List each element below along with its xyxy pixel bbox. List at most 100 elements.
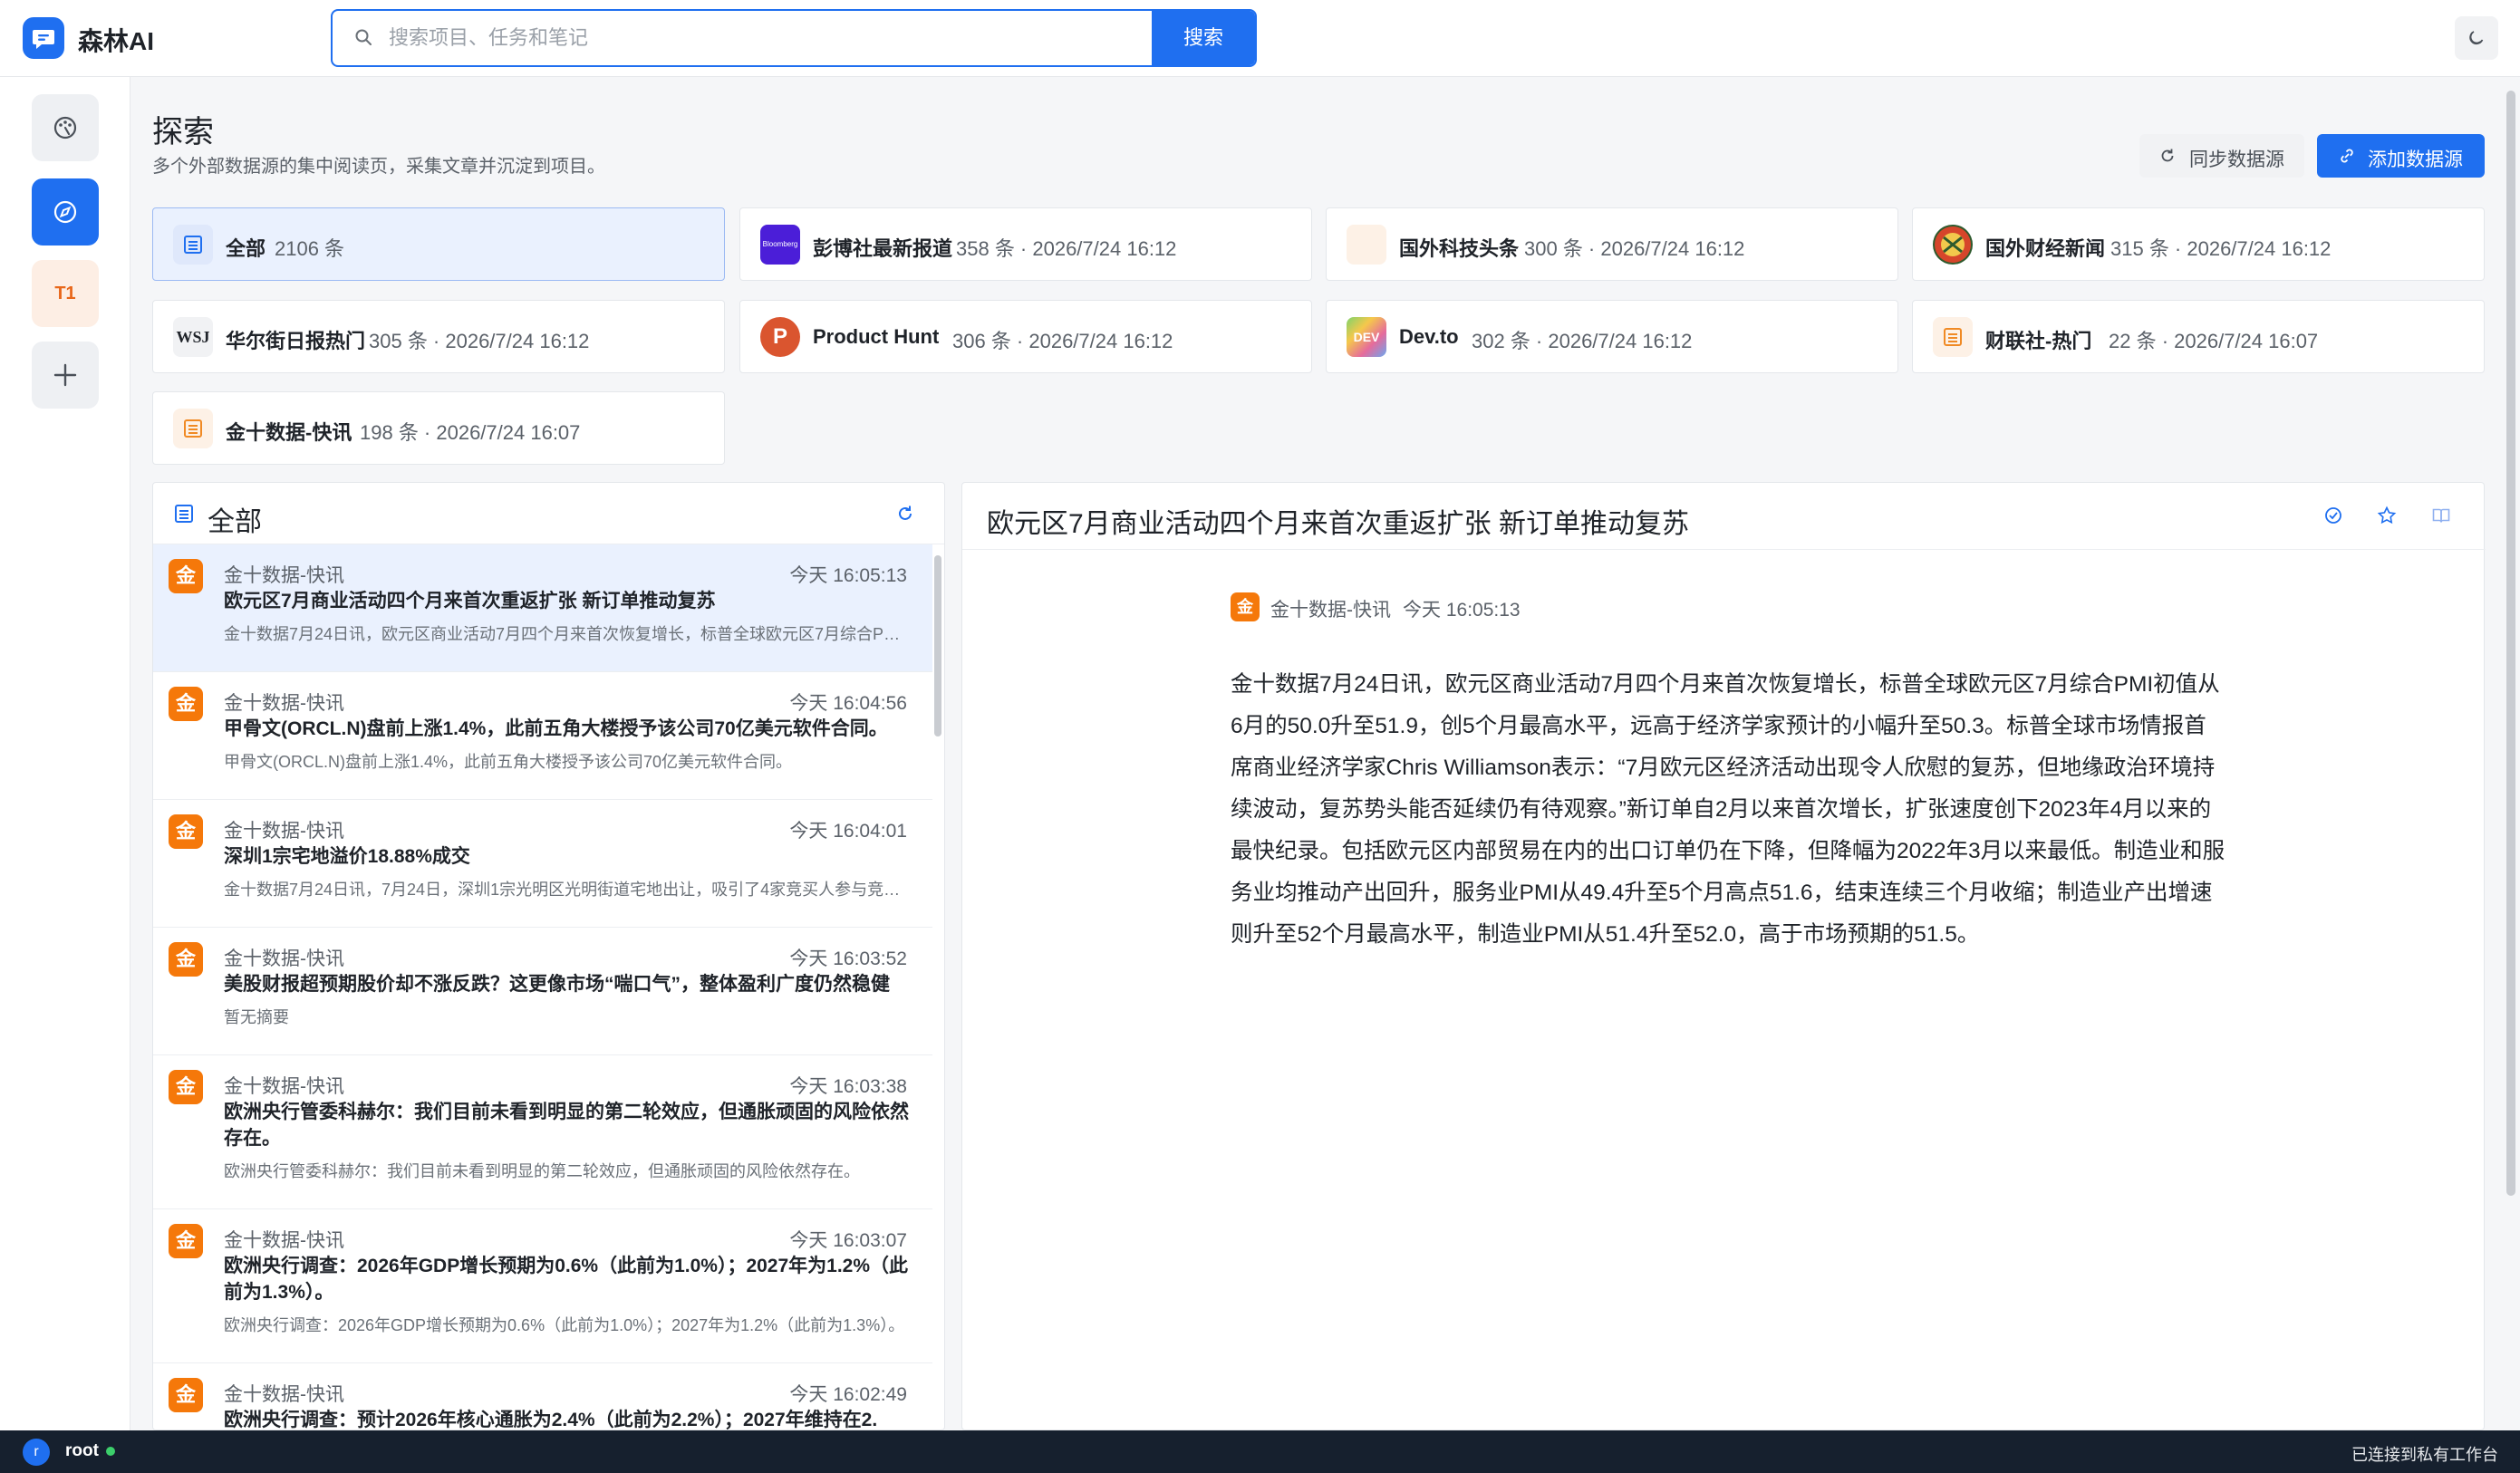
source-name: 金十数据-快讯 [226,421,352,444]
sync-sources-button[interactable]: 同步数据源 [2139,134,2304,178]
sync-sources-label: 同步数据源 [2189,149,2284,170]
article-body: 金十数据7月24日讯，欧元区商业活动7月四个月来首次恢复增长，标普全球欧元区7月… [1231,672,2226,947]
devto-logo-icon: DEV [1347,317,1386,357]
item-summary: 欧洲央行调查：2026年GDP增长预期为0.6%（此前为1.0%）；2027年为… [224,1316,905,1334]
bloomberg-logo-icon: Bloomberg [760,225,800,265]
check-circle-icon[interactable] [2323,505,2343,525]
article-source-badge: 金 [1231,592,1260,621]
item-title: 欧洲央行管委科赫尔：我们目前未看到明显的第二轮效应，但通胀顽固的风险依然存在。 [224,1102,909,1149]
list-item[interactable]: 金 金十数据-快讯 今天 16:05:13 欧元区7月商业活动四个月来首次重返扩… [153,544,932,672]
item-time: 今天 16:02:49 [789,1384,907,1405]
source-badge: 金 [169,559,203,593]
source-badge: 金 [169,1070,203,1104]
rail-explore-button[interactable] [32,178,99,246]
item-source: 金十数据-快讯 [224,948,344,969]
source-meta: 358 条 · 2026/7/24 16:12 [956,237,1177,260]
source-name: 彭博社最新报道 [813,237,953,260]
item-title: 深圳1宗宅地溢价18.88%成交 [224,846,470,867]
rail-project-t1-button[interactable]: T1 [32,260,99,327]
item-title: 美股财报超预期股价却不涨反跌？这更像市场“喘口气”，整体盈利广度仍然稳健 [224,974,890,995]
source-card-devto[interactable]: DEV Dev.to 302 条 · 2026/7/24 16:12 [1326,300,1898,373]
search-button[interactable]: 搜索 [1152,11,1255,65]
source-card-tech-headlines[interactable]: 国外科技头条 300 条 · 2026/7/24 16:12 [1326,207,1898,281]
avatar[interactable]: r [23,1439,50,1466]
moon-icon [2469,31,2484,45]
list-icon [175,505,193,523]
item-time: 今天 16:04:56 [789,693,907,714]
item-time: 今天 16:03:07 [789,1230,907,1251]
source-card-wsj[interactable]: WSJ 华尔街日报热门 305 条 · 2026/7/24 16:12 [152,300,725,373]
source-name: 国外财经新闻 [1985,237,2106,260]
list-scrollbar[interactable] [934,555,941,736]
app-logo-icon[interactable] [23,17,64,59]
source-name: 财联社-热门 [1985,330,2092,352]
user-name[interactable]: root [65,1441,99,1461]
rail-add-button[interactable] [32,342,99,409]
source-card-jin10[interactable]: 金十数据-快讯 198 条 · 2026/7/24 16:07 [152,391,725,465]
list-icon [173,225,213,265]
item-time: 今天 16:05:13 [789,565,907,586]
list-title: 全部 [208,507,262,537]
source-meta: 22 条 · 2026/7/24 16:07 [2109,330,2319,352]
refresh-icon[interactable] [896,505,914,523]
plus-icon [53,363,77,387]
theme-toggle-button[interactable] [2455,16,2498,60]
article-panel: 欧元区7月商业活动四个月来首次重返扩张 新订单推动复苏 金 金十数据-快讯 今天… [961,482,2486,1430]
item-summary: 甲骨文(ORCL.N)盘前上涨1.4%，此前五角大楼授予该公司70亿美元软件合同… [224,753,793,771]
source-name: Dev.to [1399,325,1459,348]
source-name: 全部 [226,237,266,260]
connection-status: 已连接到私有工作台 [2351,1446,2498,1464]
add-source-label: 添加数据源 [2368,149,2463,170]
app-title: 森林AI [78,27,155,55]
add-source-button[interactable]: 添加数据源 [2317,134,2485,178]
search-bar: 搜索 [331,9,1257,67]
list-item[interactable]: 金 金十数据-快讯 今天 16:04:56 甲骨文(ORCL.N)盘前上涨1.4… [153,672,932,800]
item-source: 金十数据-快讯 [224,1230,344,1251]
source-name: Product Hunt [813,325,940,348]
wsj-logo-icon: WSJ [173,317,213,357]
article-header: 欧元区7月商业活动四个月来首次重返扩张 新订单推动复苏 [962,483,2486,550]
article-time: 今天 16:05:13 [1403,600,1521,621]
top-bar: 森林AI 搜索 [0,0,2520,77]
source-card-cls-hot[interactable]: 财联社-热门 22 条 · 2026/7/24 16:07 [1912,300,2485,373]
list-item[interactable]: 金 金十数据-快讯 今天 16:03:07 欧洲央行调查：2026年GDP增长预… [153,1209,932,1363]
item-time: 今天 16:03:52 [789,948,907,969]
item-source: 金十数据-快讯 [224,693,344,714]
source-meta: 198 条 · 2026/7/24 16:07 [360,421,581,444]
item-summary: 金十数据7月24日讯，欧元区商业活动7月四个月来首次恢复增长，标普全球欧元区7月… [224,625,912,643]
page-scrollbar[interactable] [2506,91,2515,1196]
star-icon[interactable] [2377,505,2397,525]
source-card-all[interactable]: 全部 2106 条 [152,207,725,281]
book-icon[interactable] [2431,505,2451,525]
list-item[interactable]: 金 金十数据-快讯 今天 16:02:49 欧洲央行调查：预计2026年核心通胀… [153,1363,932,1430]
source-meta: 315 条 · 2026/7/24 16:12 [2110,237,2332,260]
source-meta: 302 条 · 2026/7/24 16:12 [1472,330,1693,352]
item-title: 欧洲央行调查：2026年GDP增长预期为0.6%（此前为1.0%）；2027年为… [224,1256,909,1303]
refresh-icon [2161,149,2174,162]
source-meta: 2106 条 [275,237,345,260]
source-name: 国外科技头条 [1399,237,1520,260]
list-header: 全部 [153,483,944,544]
source-card-bloomberg[interactable]: Bloomberg 彭博社最新报道 358 条 · 2026/7/24 16:1… [739,207,1312,281]
compass-icon [53,200,77,224]
search-input[interactable] [389,11,1023,65]
list-icon [173,409,213,448]
list-body: 金 金十数据-快讯 今天 16:05:13 欧元区7月商业活动四个月来首次重返扩… [153,544,944,1430]
source-card-finance-news[interactable]: 国外财经新闻 315 条 · 2026/7/24 16:12 [1912,207,2485,281]
search-icon [355,29,372,45]
item-summary: 暂无摘要 [224,1008,289,1026]
blank-logo-icon [1347,225,1386,265]
list-item[interactable]: 金 金十数据-快讯 今天 16:04:01 深圳1宗宅地溢价18.88%成交 金… [153,800,932,928]
item-title: 甲骨文(ORCL.N)盘前上涨1.4%，此前五角大楼授予该公司70亿美元软件合同… [224,718,888,739]
item-source: 金十数据-快讯 [224,1384,344,1405]
rail-dashboard-button[interactable] [32,94,99,161]
source-card-producthunt[interactable]: P Product Hunt 306 条 · 2026/7/24 16:12 [739,300,1312,373]
source-badge: 金 [169,1378,203,1412]
list-item[interactable]: 金 金十数据-快讯 今天 16:03:38 欧洲央行管委科赫尔：我们目前未看到明… [153,1055,932,1209]
producthunt-logo-icon: P [760,317,800,357]
article-title: 欧元区7月商业活动四个月来首次重返扩张 新订单推动复苏 [987,509,1690,539]
palette-icon [53,116,77,140]
list-item[interactable]: 金 金十数据-快讯 今天 16:03:52 美股财报超预期股价却不涨反跌？这更像… [153,928,932,1055]
item-source: 金十数据-快讯 [224,565,344,586]
list-icon [1933,317,1973,357]
